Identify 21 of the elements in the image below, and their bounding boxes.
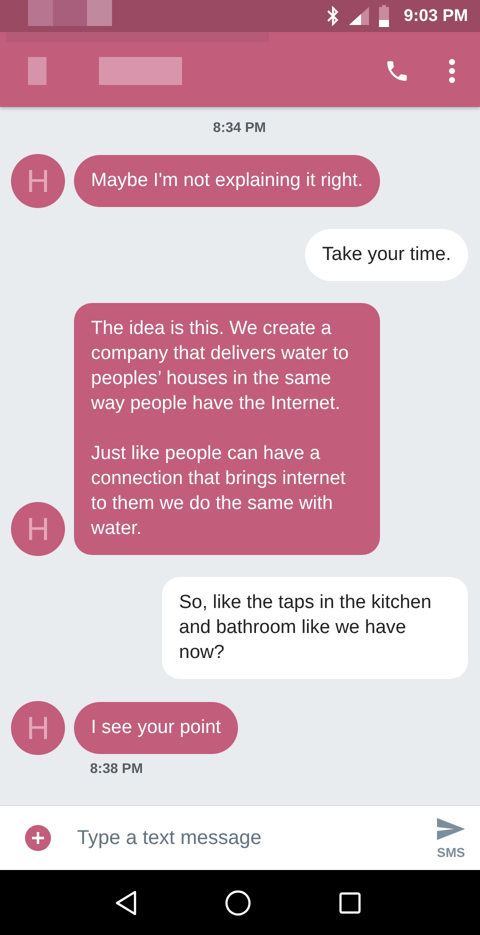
home-icon[interactable] <box>225 890 252 916</box>
add-icon[interactable] <box>25 825 51 851</box>
more-options-icon[interactable] <box>448 58 456 84</box>
signal-icon <box>348 6 370 26</box>
message-bubble: I see your point <box>74 702 238 754</box>
message-field[interactable]: Type a text message <box>75 826 412 850</box>
recents-icon[interactable] <box>339 892 362 914</box>
avatar[interactable]: H <box>11 502 65 556</box>
message-bubble: Take your time. <box>305 229 468 281</box>
message-bubble: Maybe I'm not explaining it right. <box>74 155 380 207</box>
send-button[interactable]: SMS <box>436 816 466 860</box>
back-icon[interactable] <box>114 890 138 916</box>
message-bubble: The idea is this. We create a company that delivers water to peoples’ houses in the same way people have the Internet. Just like people can have a connection that brings internet to them we do the same with water. <box>74 303 380 555</box>
battery-icon <box>378 5 390 27</box>
status-time: 9:03 PM <box>404 6 468 26</box>
timestamp: 8:38 PM <box>90 760 143 776</box>
bluetooth-icon <box>326 6 340 26</box>
avatar[interactable]: H <box>11 701 65 755</box>
message-bubble: So, like the taps in the kitchen and bathroom like we have now? <box>162 577 468 679</box>
timestamp: 8:34 PM <box>213 119 266 135</box>
avatar[interactable]: H <box>11 154 65 208</box>
